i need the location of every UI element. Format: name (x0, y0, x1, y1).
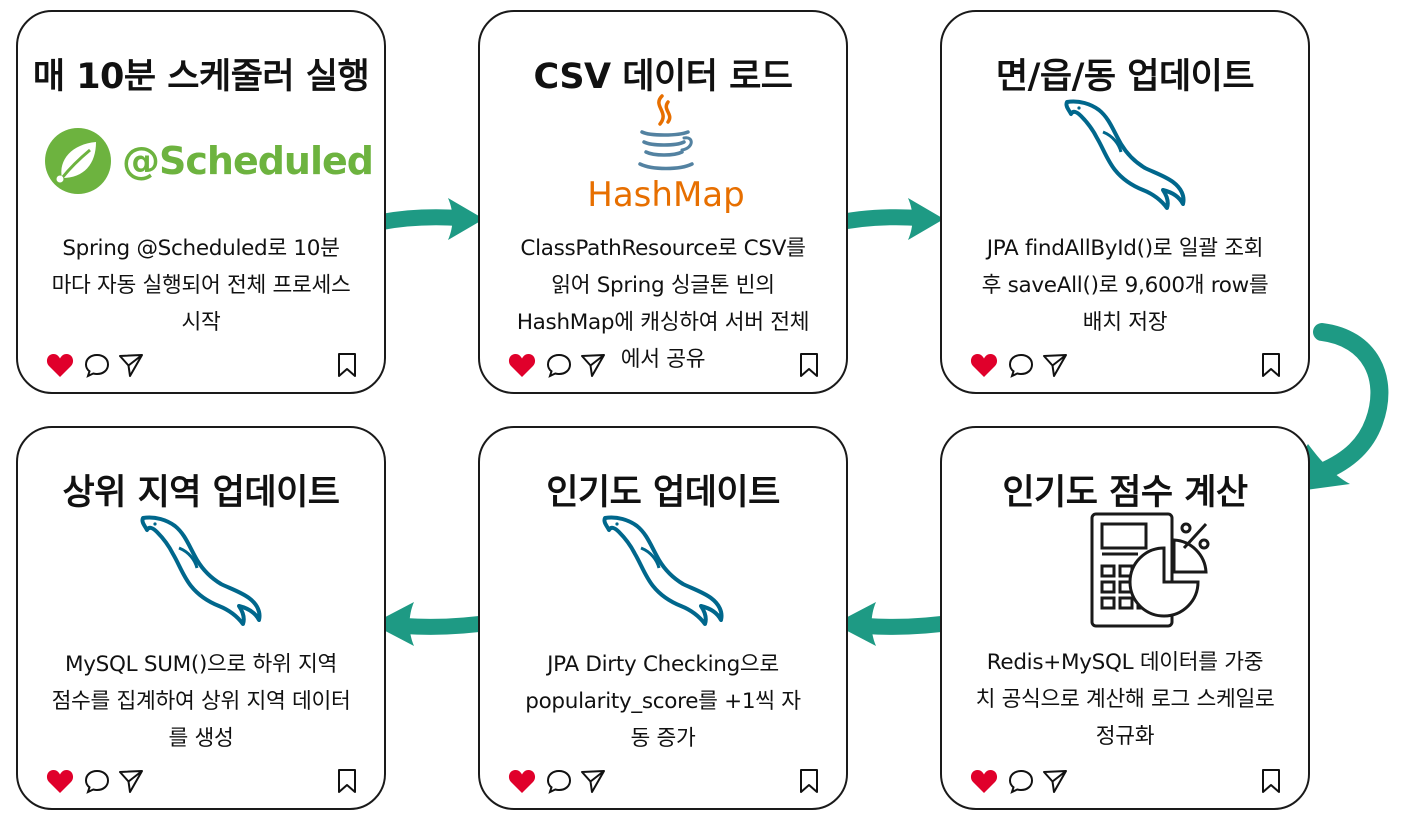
calculator-chart-icon (942, 510, 1308, 630)
comment-icon[interactable] (546, 768, 572, 794)
heart-icon[interactable] (970, 352, 998, 378)
card-parent-region-update: 상위 지역 업데이트 MySQL SUM()으로 하위 지역 점수를 집계하여 … (16, 426, 386, 810)
card-popularity-update: 인기도 업데이트 JPA Dirty Checking으로 popularity… (478, 426, 848, 810)
bookmark-icon[interactable] (798, 352, 820, 378)
card-title: 면/읍/동 업데이트 (995, 57, 1255, 97)
comment-icon[interactable] (84, 352, 110, 378)
send-icon[interactable] (1042, 352, 1068, 378)
bookmark-icon[interactable] (798, 768, 820, 794)
heart-icon[interactable] (508, 768, 536, 794)
spring-scheduled-logo: @Scheduled (18, 124, 384, 198)
spring-leaf-icon (45, 128, 111, 194)
card-region-update: 면/읍/동 업데이트 JPA findAllById()로 일괄 조회 후 sa… (940, 10, 1310, 394)
hashmap-logo-text: HashMap (587, 175, 744, 214)
card-description: Spring @Scheduled로 10분 마다 자동 실행되어 전체 프로세… (51, 236, 351, 335)
bookmark-icon[interactable] (1260, 768, 1282, 794)
heart-icon[interactable] (46, 352, 74, 378)
send-icon[interactable] (580, 768, 606, 794)
card-actions (970, 352, 1282, 378)
card-title: 상위 지역 업데이트 (62, 473, 340, 513)
card-scheduler: 매 10분 스케줄러 실행 @Scheduled Spring @Schedul… (16, 10, 386, 394)
bookmark-icon[interactable] (336, 352, 358, 378)
heart-icon[interactable] (46, 768, 74, 794)
send-icon[interactable] (580, 352, 606, 378)
comment-icon[interactable] (1008, 768, 1034, 794)
bookmark-icon[interactable] (1260, 352, 1282, 378)
card-title: 매 10분 스케줄러 실행 (32, 57, 370, 97)
heart-icon[interactable] (970, 768, 998, 794)
card-title: 인기도 점수 계산 (1002, 473, 1248, 513)
send-icon[interactable] (1042, 768, 1068, 794)
heart-icon[interactable] (508, 352, 536, 378)
comment-icon[interactable] (84, 768, 110, 794)
mysql-dolphin-logo (18, 512, 384, 632)
bookmark-icon[interactable] (336, 768, 358, 794)
card-description: JPA findAllById()로 일괄 조회 후 saveAll()로 9,… (981, 236, 1269, 335)
card-csv-load: CSV 데이터 로드 HashMap ClassPathResource로 CS… (478, 10, 848, 394)
comment-icon[interactable] (546, 352, 572, 378)
java-cup-icon (638, 94, 694, 171)
card-description: Redis+MySQL 데이터를 가중 치 공식으로 계산해 로그 스케일로 정… (975, 650, 1275, 749)
java-hashmap-logo: HashMap (480, 94, 846, 215)
card-title: 인기도 업데이트 (546, 473, 780, 513)
card-title: CSV 데이터 로드 (533, 57, 793, 97)
card-actions (46, 352, 358, 378)
scheduled-logo-text: @Scheduled (122, 139, 373, 183)
card-popularity-calc: 인기도 점수 계산 Redis+MySQL 데이터를 가중 치 공식으로 계산해… (940, 426, 1310, 810)
send-icon[interactable] (118, 352, 144, 378)
card-description: MySQL SUM()으로 하위 지역 점수를 집계하여 상위 지역 데이터 를… (51, 652, 351, 751)
card-actions (46, 768, 358, 794)
card-actions (508, 352, 820, 378)
send-icon[interactable] (118, 768, 144, 794)
card-description: JPA Dirty Checking으로 popularity_score를 +… (525, 652, 801, 751)
mysql-dolphin-logo (942, 96, 1308, 216)
mysql-dolphin-logo (480, 512, 846, 632)
card-actions (508, 768, 820, 794)
card-actions (970, 768, 1282, 794)
arrow-right-1-to-2 (368, 198, 484, 240)
comment-icon[interactable] (1008, 352, 1034, 378)
